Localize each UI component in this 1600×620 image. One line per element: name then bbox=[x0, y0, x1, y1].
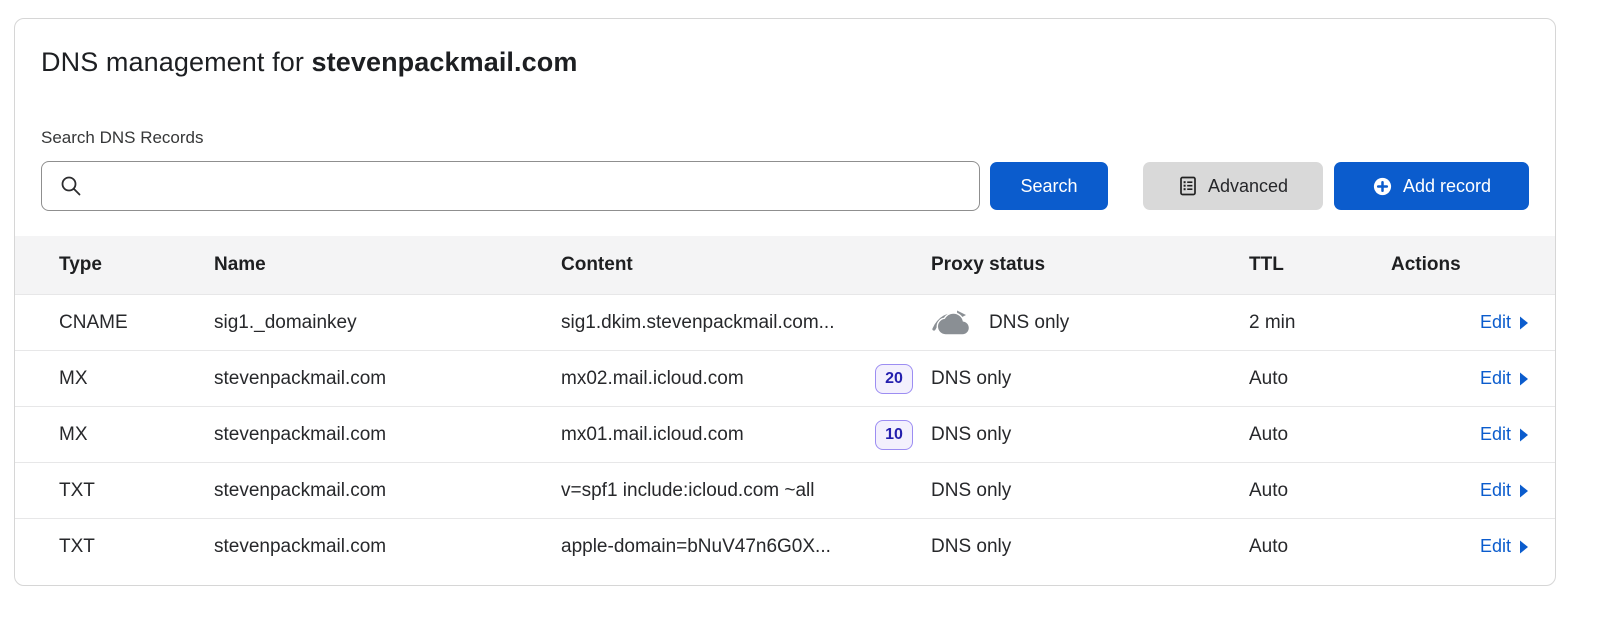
table-header-row: Type Name Content Proxy status TTL Actio… bbox=[15, 236, 1555, 294]
page-title: DNS management for stevenpackmail.com bbox=[41, 47, 1529, 78]
record-content-cell: sig1.dkim.stevenpackmail.com... bbox=[561, 312, 931, 334]
record-name: stevenpackmail.com bbox=[214, 424, 561, 446]
header-ttl: TTL bbox=[1249, 254, 1375, 276]
record-actions-cell: Edit bbox=[1375, 312, 1529, 333]
edit-link-label: Edit bbox=[1480, 312, 1511, 333]
advanced-button-label: Advanced bbox=[1208, 176, 1288, 197]
edit-link[interactable]: Edit bbox=[1480, 480, 1529, 501]
header-actions: Actions bbox=[1375, 254, 1529, 276]
add-record-button-label: Add record bbox=[1403, 176, 1491, 197]
add-record-button[interactable]: Add record bbox=[1334, 162, 1529, 210]
edit-link[interactable]: Edit bbox=[1480, 312, 1529, 333]
table-row: TXT stevenpackmail.com apple-domain=bNuV… bbox=[15, 518, 1555, 574]
table-row: MX stevenpackmail.com mx02.mail.icloud.c… bbox=[15, 350, 1555, 406]
record-name: stevenpackmail.com bbox=[214, 368, 561, 390]
record-ttl: Auto bbox=[1249, 480, 1375, 502]
caret-right-icon bbox=[1519, 428, 1529, 442]
table-row: MX stevenpackmail.com mx01.mail.icloud.c… bbox=[15, 406, 1555, 462]
record-ttl: Auto bbox=[1249, 536, 1375, 558]
record-proxy-cell: DNS only bbox=[931, 368, 1249, 390]
record-ttl: Auto bbox=[1249, 424, 1375, 446]
record-type: MX bbox=[59, 368, 214, 390]
header-proxy-status: Proxy status bbox=[931, 254, 1249, 276]
page-title-prefix: DNS management for bbox=[41, 47, 312, 77]
table-row: TXT stevenpackmail.com v=spf1 include:ic… bbox=[15, 462, 1555, 518]
record-type: TXT bbox=[59, 480, 214, 502]
record-content-cell: v=spf1 include:icloud.com ~all bbox=[561, 480, 931, 502]
priority-badge: 10 bbox=[875, 420, 913, 450]
record-content: mx01.mail.icloud.com bbox=[561, 424, 744, 446]
proxy-status-text: DNS only bbox=[931, 368, 1011, 390]
record-actions-cell: Edit bbox=[1375, 424, 1529, 445]
search-input[interactable] bbox=[41, 161, 980, 211]
record-content-cell: mx02.mail.icloud.com 20 bbox=[561, 364, 931, 394]
dns-records-table: Type Name Content Proxy status TTL Actio… bbox=[15, 236, 1555, 574]
caret-right-icon bbox=[1519, 484, 1529, 498]
header-content: Content bbox=[561, 254, 931, 276]
proxy-status-text: DNS only bbox=[931, 536, 1011, 558]
proxy-status-text: DNS only bbox=[989, 312, 1069, 334]
record-type: TXT bbox=[59, 536, 214, 558]
edit-link-label: Edit bbox=[1480, 480, 1511, 501]
header-name: Name bbox=[214, 254, 561, 276]
record-actions-cell: Edit bbox=[1375, 536, 1529, 557]
dns-management-card: DNS management for stevenpackmail.com Se… bbox=[14, 18, 1556, 586]
advanced-button[interactable]: Advanced bbox=[1143, 162, 1323, 210]
record-ttl: Auto bbox=[1249, 368, 1375, 390]
record-type: CNAME bbox=[59, 312, 214, 334]
edit-link[interactable]: Edit bbox=[1480, 424, 1529, 445]
record-name: stevenpackmail.com bbox=[214, 480, 561, 502]
record-content-cell: apple-domain=bNuV47n6G0X... bbox=[561, 536, 931, 558]
record-content: mx02.mail.icloud.com bbox=[561, 368, 744, 390]
priority-badge: 20 bbox=[875, 364, 913, 394]
search-box bbox=[41, 161, 980, 211]
record-proxy-cell: DNS only bbox=[931, 480, 1249, 502]
proxy-status-text: DNS only bbox=[931, 424, 1011, 446]
record-ttl: 2 min bbox=[1249, 312, 1375, 334]
record-proxy-cell: DNS only bbox=[931, 424, 1249, 446]
caret-right-icon bbox=[1519, 540, 1529, 554]
search-button[interactable]: Search bbox=[990, 162, 1108, 210]
record-content: v=spf1 include:icloud.com ~all bbox=[561, 480, 814, 502]
page-title-domain: stevenpackmail.com bbox=[312, 47, 578, 77]
edit-link-label: Edit bbox=[1480, 536, 1511, 557]
search-icon bbox=[59, 174, 83, 198]
record-proxy-cell: DNS only bbox=[931, 536, 1249, 558]
edit-link-label: Edit bbox=[1480, 368, 1511, 389]
header-type: Type bbox=[59, 254, 214, 276]
search-button-label: Search bbox=[1020, 176, 1077, 197]
list-document-icon bbox=[1178, 175, 1198, 197]
record-name: stevenpackmail.com bbox=[214, 536, 561, 558]
edit-link-label: Edit bbox=[1480, 424, 1511, 445]
gray-cloud-arrow-icon bbox=[931, 308, 975, 338]
plus-circle-icon bbox=[1372, 176, 1393, 197]
edit-link[interactable]: Edit bbox=[1480, 536, 1529, 557]
table-row: CNAME sig1._domainkey sig1.dkim.stevenpa… bbox=[15, 294, 1555, 350]
edit-link[interactable]: Edit bbox=[1480, 368, 1529, 389]
proxy-status-text: DNS only bbox=[931, 480, 1011, 502]
record-content-cell: mx01.mail.icloud.com 10 bbox=[561, 420, 931, 450]
record-content: apple-domain=bNuV47n6G0X... bbox=[561, 536, 831, 558]
record-content: sig1.dkim.stevenpackmail.com... bbox=[561, 312, 835, 334]
record-actions-cell: Edit bbox=[1375, 480, 1529, 501]
record-name: sig1._domainkey bbox=[214, 312, 561, 334]
caret-right-icon bbox=[1519, 372, 1529, 386]
record-type: MX bbox=[59, 424, 214, 446]
table-body: CNAME sig1._domainkey sig1.dkim.stevenpa… bbox=[15, 294, 1555, 574]
record-proxy-cell: DNS only bbox=[931, 308, 1249, 338]
search-toolbar: Search Advanced bbox=[41, 161, 1529, 211]
record-actions-cell: Edit bbox=[1375, 368, 1529, 389]
caret-right-icon bbox=[1519, 316, 1529, 330]
search-label: Search DNS Records bbox=[41, 128, 1529, 148]
